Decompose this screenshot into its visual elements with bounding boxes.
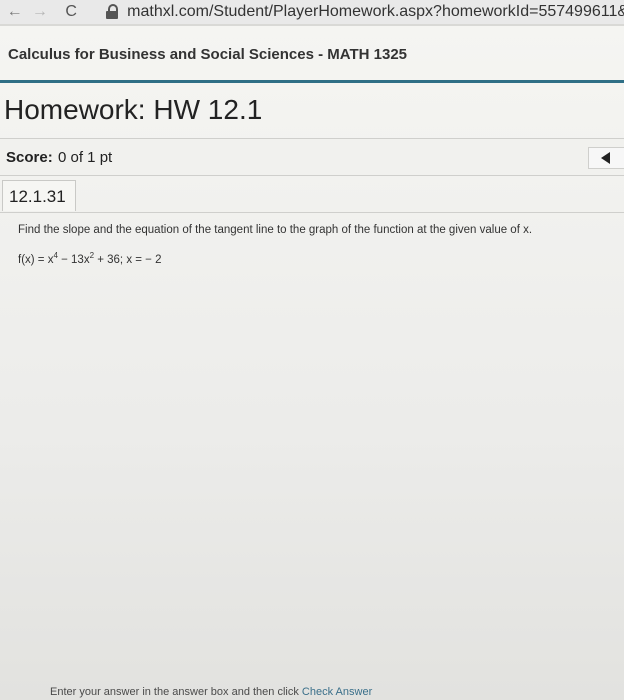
function-prefix: f(x) = x [18, 254, 54, 266]
homework-title: Homework: HW 12.1 [4, 94, 263, 125]
address-bar-url[interactable]: mathxl.com/Student/PlayerHomework.aspx?h… [127, 3, 624, 21]
header-divider [0, 80, 624, 83]
problem-divider [0, 212, 624, 213]
check-answer-link[interactable]: Check Answer [302, 686, 372, 698]
back-arrow-icon[interactable]: ← [6, 3, 23, 21]
problem-instruction: Find the slope and the equation of the t… [18, 224, 533, 236]
lock-icon [105, 4, 119, 20]
forward-arrow-icon[interactable]: → [31, 3, 48, 21]
homework-page: Calculus for Business and Social Science… [0, 26, 624, 700]
left-triangle-icon [601, 152, 610, 164]
answer-instructions-text: Enter your answer in the answer box and … [50, 686, 302, 698]
function-suffix: + 36; x = − 2 [94, 254, 162, 266]
score-value: 0 of 1 pt [58, 149, 113, 166]
problem-tab: 12.1.31 [2, 180, 76, 211]
answer-instructions: Enter your answer in the answer box and … [50, 686, 372, 698]
score-bar: Score: 0 of 1 pt [0, 138, 624, 176]
course-title: Calculus for Business and Social Science… [8, 46, 408, 63]
score-label: Score: [6, 149, 53, 166]
reload-icon[interactable]: C [63, 3, 80, 21]
problem-function: f(x) = x4 − 13x2 + 36; x = − 2 [18, 252, 162, 266]
function-middle: − 13x [57, 254, 90, 266]
problem-id: 12.1.31 [9, 187, 66, 206]
collapse-panel-button[interactable] [588, 147, 624, 169]
browser-toolbar: ← → C mathxl.com/Student/PlayerHomework.… [0, 0, 624, 24]
